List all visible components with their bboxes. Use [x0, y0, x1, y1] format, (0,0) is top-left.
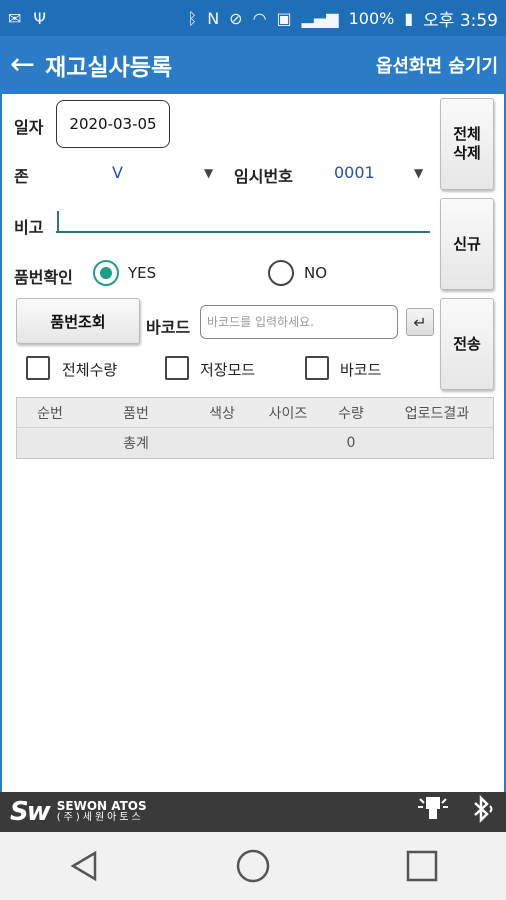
item-table: 순번 품번 색상 사이즈 수량 업로드결과 총계 0 — [16, 397, 494, 459]
zone-label: 존 — [14, 167, 29, 186]
usb-icon: Ψ — [33, 8, 46, 28]
barcode-label: 바코드 — [146, 318, 191, 337]
col-seq: 순번 — [37, 405, 63, 422]
scanner-icon — [416, 795, 450, 829]
page-title: 재고실사등록 — [45, 55, 173, 81]
table-total-row: 총계 0 — [17, 428, 493, 458]
checkbox-total-qty-label: 전체수량 — [62, 361, 118, 379]
col-size: 사이즈 — [268, 405, 308, 422]
bluetooth-icon: ᛒ — [187, 8, 198, 28]
main-content: 일자 2020-03-05 존 V ▼ 임시번호 0001 ▼ 비고 품번확인 … — [0, 94, 506, 792]
item-check-label: 품번확인 — [14, 268, 73, 287]
delete-all-button[interactable]: 전체 삭제 — [440, 98, 494, 190]
checkbox-total-qty[interactable] — [26, 356, 50, 380]
nfc-icon: N — [207, 8, 220, 28]
temp-number-select[interactable]: 0001 — [334, 163, 375, 182]
checkbox-barcode[interactable] — [305, 356, 329, 380]
message-icon: ✉ — [8, 8, 22, 28]
signal-icon: ▂▄▆ — [301, 8, 339, 28]
title-bar: ← 재고실사등록 옵션화면 숨기기 — [0, 36, 506, 94]
nav-home-icon[interactable] — [223, 836, 283, 896]
back-arrow-icon[interactable]: ← — [10, 50, 35, 80]
checkbox-save-mode-label: 저장모드 — [200, 361, 256, 379]
col-qty: 수량 — [338, 405, 364, 422]
zone-select[interactable]: V — [112, 163, 123, 182]
radio-no-label: NO — [304, 264, 328, 282]
memo-label: 비고 — [14, 218, 44, 237]
brand-name-ko: (주)세원아토스 — [56, 812, 144, 824]
battery-icon: ▮ — [404, 8, 414, 28]
checkbox-barcode-label: 바코드 — [340, 361, 382, 379]
hide-options-button[interactable]: 옵션화면 숨기기 — [376, 52, 498, 78]
total-qty: 0 — [346, 435, 356, 451]
col-upload-result: 업로드결과 — [404, 405, 470, 422]
wifi-icon: ◠ — [252, 8, 267, 28]
status-bar: ✉ Ψ ᛒ N ⊘ ◠ ▣ ▂▄▆ 100% ▮ 오후 3:59 — [0, 0, 506, 36]
col-item-no: 품번 — [123, 405, 149, 422]
enter-icon[interactable]: ↵ — [406, 308, 434, 336]
col-color: 색상 — [209, 405, 235, 422]
item-lookup-button[interactable]: 품번조회 — [16, 298, 140, 344]
checkbox-save-mode[interactable] — [165, 356, 189, 380]
send-button[interactable]: 전송 — [440, 298, 494, 390]
clock: 오후 3:59 — [423, 10, 498, 31]
new-button[interactable]: 신규 — [440, 198, 494, 290]
date-field[interactable]: 2020-03-05 — [56, 100, 170, 148]
battery-percent: 100% — [348, 8, 395, 28]
zone-dropdown-icon[interactable]: ▼ — [204, 166, 213, 180]
nav-recents-icon[interactable] — [392, 836, 452, 896]
memo-cursor — [57, 211, 59, 231]
brand-logo: Sw — [10, 797, 51, 827]
temp-number-dropdown-icon[interactable]: ▼ — [414, 166, 423, 180]
nav-back-icon[interactable] — [54, 836, 114, 896]
sim-icon: ▣ — [276, 8, 292, 28]
date-label: 일자 — [14, 118, 44, 137]
table-header: 순번 품번 색상 사이즈 수량 업로드결과 — [17, 398, 493, 428]
bluetooth-icon — [468, 794, 496, 829]
radio-yes-label: YES — [128, 264, 157, 282]
radio-yes[interactable] — [93, 260, 119, 286]
brand-footer: Sw SEWON ATOS (주)세원아토스 — [0, 792, 506, 832]
total-label: 총계 — [123, 436, 149, 452]
mute-icon: ⊘ — [229, 8, 243, 28]
android-nav-bar — [0, 832, 506, 900]
memo-input[interactable] — [56, 231, 430, 233]
temp-number-label: 임시번호 — [234, 167, 293, 186]
radio-no[interactable] — [268, 260, 294, 286]
barcode-input[interactable] — [200, 305, 398, 339]
